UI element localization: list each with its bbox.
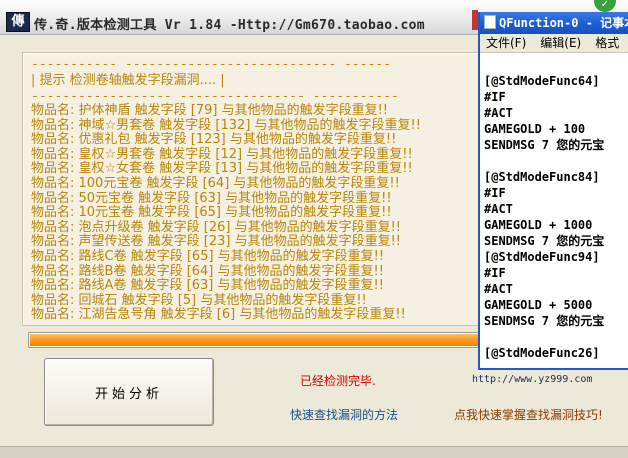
log-line: 物品名: 声望传送卷 触发字段 [23] 与其他物品的触发字段重复!! xyxy=(31,234,402,250)
window-title: 传.奇.版本检测工具 Vr 1.84 -Http://Gm670.taobao.… xyxy=(34,18,425,33)
start-analysis-button[interactable]: 开始分析 xyxy=(44,358,214,426)
notepad-menu-bar: 文件(F) 编辑(E) 格式 xyxy=(480,34,628,53)
notepad-line: SENDMSG 7 您的元宝 xyxy=(484,138,605,152)
notepad-line: #IF xyxy=(484,90,506,104)
notepad-line: [@StdModeFunc84] xyxy=(484,170,600,184)
status-text: 已经检测完毕. xyxy=(300,374,376,388)
notepad-title-bar[interactable]: QFunction-0 - 记事本 xyxy=(480,12,628,34)
notepad-line: GAMEGOLD + 5000 xyxy=(484,298,593,312)
log-line: 物品名: 泡点升级卷 触发字段 [26] 与其他物品的触发字段重复!! xyxy=(31,219,402,235)
log-line: 物品名: 优惠礼包 触发字段 [123] 与其他物品的触发字段重复!! xyxy=(31,132,397,148)
notepad-line: [@StdModeFunc94] xyxy=(484,250,600,264)
log-line: 物品名: 神域☆男套卷 触发字段 [132] 与其他物品的触发字段重复!! xyxy=(31,117,421,133)
log-line: 物品名: 回城石 触发字段 [5] 与其他物品的触发字段重复!! xyxy=(31,292,367,308)
bottom-strip xyxy=(0,446,628,458)
menu-format[interactable]: 格式 xyxy=(595,34,619,52)
log-line: 物品名: 皇权☆女套卷 触发字段 [13] 与其他物品的触发字段重复!! xyxy=(31,161,413,177)
log-line: 物品名: 江湖告急号角 触发字段 [6] 与其他物品的触发字段重复!! xyxy=(31,307,406,323)
menu-file[interactable]: 文件(F) xyxy=(486,34,526,52)
notepad-line: #IF xyxy=(484,266,506,280)
notepad-line: SENDMSG 7 您的元宝 xyxy=(484,314,605,328)
progress-fill xyxy=(30,334,478,346)
notepad-line: #IF xyxy=(484,186,506,200)
app-icon[interactable]: 傳 xyxy=(6,12,30,32)
log-header: | 提示 检测卷轴触发字段漏洞.... | xyxy=(31,73,225,88)
log-line: 物品名: 护体神盾 触发字段 [79] 与其他物品的触发字段重复!! xyxy=(31,103,389,118)
log-dashes-top: ----------- --------------------------- … xyxy=(31,57,392,72)
log-dashes-bottom: ------------------ ---------------- ----… xyxy=(31,89,399,104)
notepad-line: #ACT xyxy=(484,202,513,216)
log-line: 物品名: 路线C卷 触发字段 [65] 与其他物品的触发字段重复!! xyxy=(31,249,385,264)
log-line: 物品名: 10元宝卷 触发字段 [65] 与其他物品的触发字段重复!! xyxy=(31,205,392,221)
footer-url[interactable]: http://www.yz999.com xyxy=(472,374,592,385)
notepad-window[interactable]: QFunction-0 - 记事本 文件(F) 编辑(E) 格式 [@StdMode… xyxy=(478,12,628,370)
log-line: 物品名: 路线A卷 触发字段 [63] 与其他物品的触发字段重复!! xyxy=(31,278,384,294)
notepad-icon xyxy=(484,15,496,29)
log-line: 物品名: 路线B卷 触发字段 [64] 与其他物品的触发字段重复!! xyxy=(31,263,384,279)
method-link[interactable]: 快速查找漏洞的方法 xyxy=(290,406,398,423)
log-panel[interactable]: ----------- --------------------------- … xyxy=(22,52,480,326)
progress-bar xyxy=(28,332,480,348)
log-line: 物品名: 皇权☆男套卷 触发字段 [12] 与其他物品的触发字段重复!! xyxy=(31,146,413,162)
notepad-line: [@StdModeFunc64] xyxy=(484,74,600,88)
log-line: 物品名: 100元宝卷 触发字段 [64] 与其他物品的触发字段重复!! xyxy=(31,176,400,191)
notepad-line: #ACT xyxy=(484,106,513,120)
notepad-title: QFunction-0 - 记事本 xyxy=(499,16,628,30)
notepad-line: GAMEGOLD + 1000 xyxy=(484,218,593,232)
notepad-line: SENDMSG 7 您的元宝 xyxy=(484,234,605,248)
notepad-line: [@StdModeFunc26] xyxy=(484,346,600,360)
notepad-line: GAMEGOLD + 100 xyxy=(484,122,586,136)
notepad-text-area[interactable]: [@StdModeFunc64] #IF #ACT GAMEGOLD + 100 SEN… xyxy=(480,53,628,368)
notepad-line: #ACT xyxy=(484,282,513,296)
log-line: 物品名: 50元宝卷 触发字段 [63] 与其他物品的触发字段重复!! xyxy=(31,190,392,206)
tips-link[interactable]: 点我快速掌握查找漏洞技巧! xyxy=(454,406,603,423)
menu-edit[interactable]: 编辑(E) xyxy=(540,34,581,52)
